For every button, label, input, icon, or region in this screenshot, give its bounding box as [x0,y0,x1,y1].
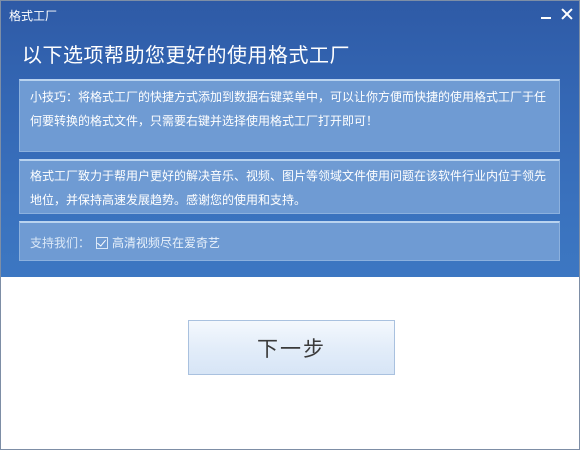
title-bar: 格式工厂 [1,1,579,27]
header-banner: 格式工厂 以下选项帮助您更好的使用格式工厂 小技巧：将格式工厂的快捷方式添加到数… [1,1,579,277]
support-row: 支持我们： 高清视频尽在爱奇艺 [30,231,549,255]
about-panel: 格式工厂致力于帮用户更好的解决音乐、视频、图片等领域文件使用问题在该软件行业内位… [19,159,560,214]
next-button[interactable]: 下一步 [188,320,395,375]
app-window: 格式工厂 以下选项帮助您更好的使用格式工厂 小技巧：将格式工厂的快捷方式添加到数… [0,0,580,450]
support-panel: 支持我们： 高清视频尽在爱奇艺 [19,221,560,261]
window-title: 格式工厂 [9,9,58,23]
tip-text: 小技巧：将格式工厂的快捷方式添加到数据右键菜单中，可以让你方便而快捷的使用格式工… [30,90,547,128]
minimize-icon [541,17,551,19]
support-label: 支持我们： [30,236,91,250]
tip-panel: 小技巧：将格式工厂的快捷方式添加到数据右键菜单中，可以让你方便而快捷的使用格式工… [19,79,560,152]
close-button[interactable] [558,5,576,23]
page-title: 以下选项帮助您更好的使用格式工厂 [22,43,350,67]
minimize-button[interactable] [537,5,555,23]
checkbox-icon [97,237,107,247]
about-text: 格式工厂致力于帮用户更好的解决音乐、视频、图片等领域文件使用问题在该软件行业内位… [30,169,547,207]
support-option-label[interactable]: 高清视频尽在爱奇艺 [112,231,220,255]
support-checkbox[interactable] [96,237,109,249]
